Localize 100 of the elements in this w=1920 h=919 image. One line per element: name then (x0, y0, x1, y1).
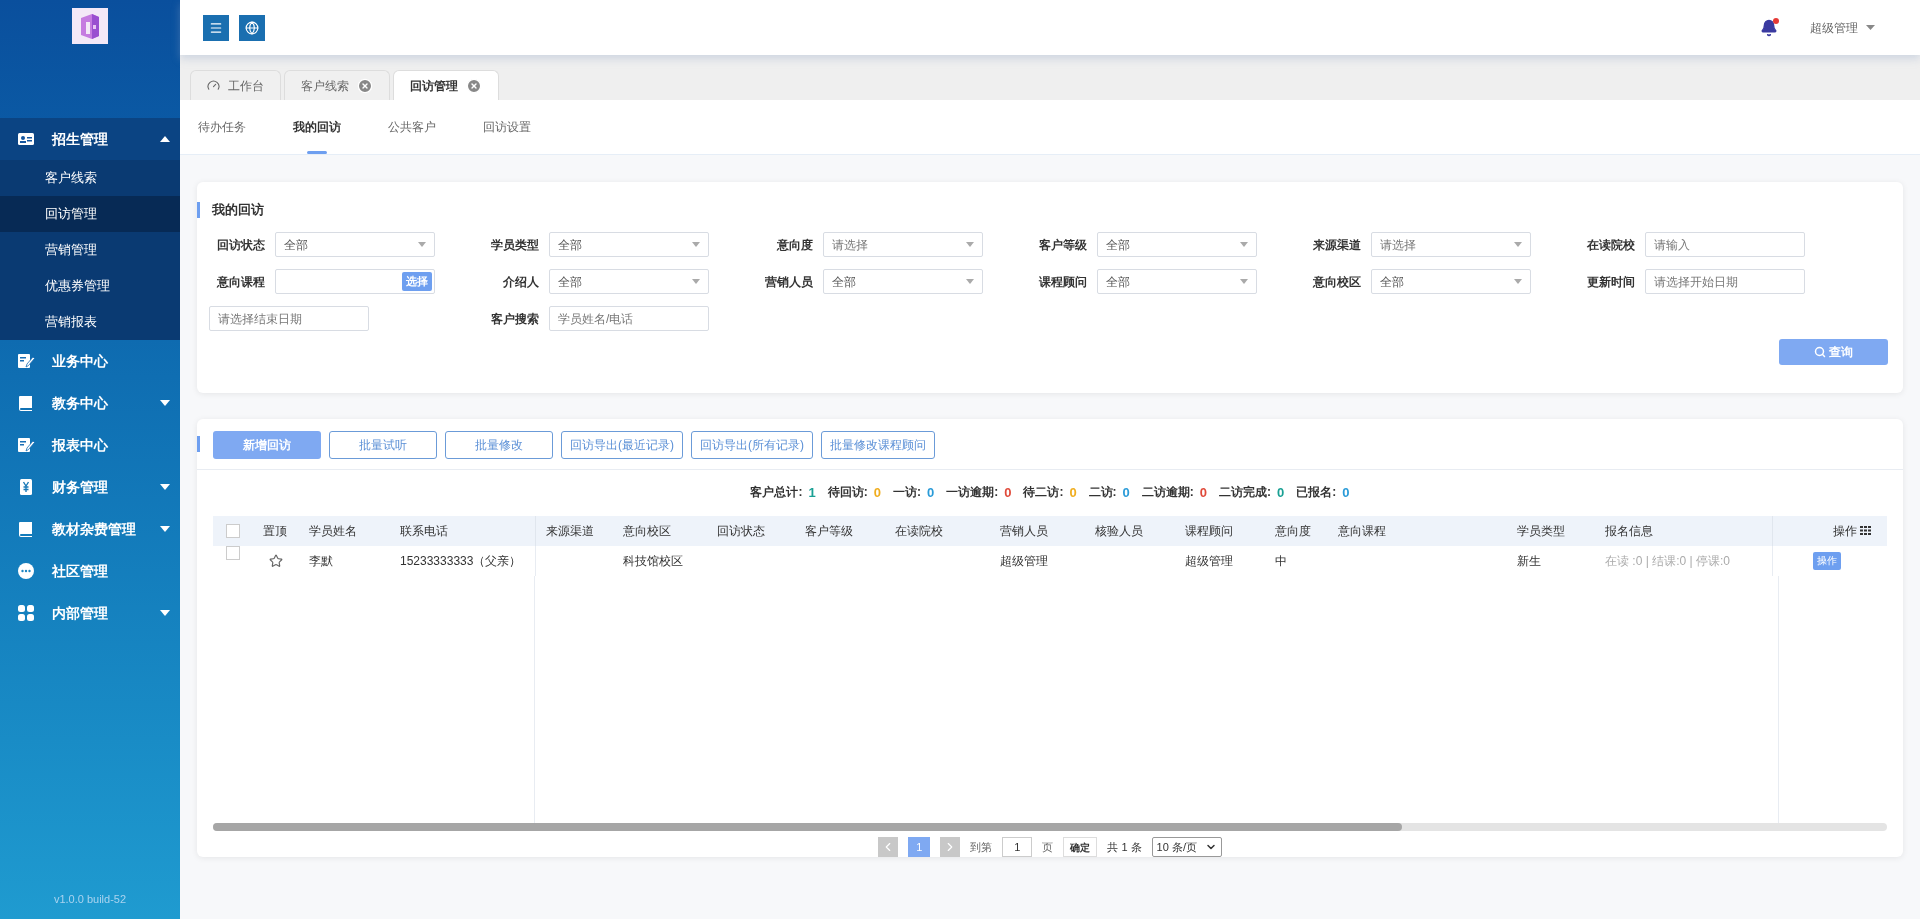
more-icon (17, 562, 35, 580)
field-label: 意向课程 (216, 273, 265, 291)
toolbar-button[interactable]: 回访导出(所有记录) (691, 431, 813, 459)
caret-down-icon (418, 242, 426, 247)
column-header: 客户等级 (805, 522, 853, 540)
column-header: 意向课程 (1338, 522, 1386, 540)
edit-icon (17, 352, 35, 370)
grid-icon (17, 604, 35, 622)
sub-tab[interactable]: 回访设置 (483, 100, 531, 154)
caret-down-icon (160, 610, 170, 616)
sidebar-item[interactable]: 内部管理 (0, 592, 180, 634)
sidebar-item[interactable]: 财务管理 (0, 466, 180, 508)
input-field[interactable]: 请选择开始日期 (1645, 269, 1805, 294)
sidebar-subitem[interactable]: 客户线索 (0, 160, 180, 196)
stat-text: 二访逾期: 0 (1141, 484, 1208, 502)
globe-icon (245, 20, 259, 35)
column-header: 回访状态 (717, 522, 765, 540)
sub-tab[interactable]: 我的回访 (293, 100, 341, 154)
toolbar-button[interactable]: 回访导出(最近记录) (561, 431, 683, 459)
user-menu[interactable]: 超级管理 (1810, 18, 1875, 37)
column-header: 学员类型 (1517, 522, 1565, 540)
horizontal-scrollbar[interactable] (213, 823, 1887, 831)
column-header: 营销人员 (1000, 522, 1048, 540)
close-icon[interactable] (466, 77, 482, 94)
sub-tab[interactable]: 公共客户 (388, 100, 436, 154)
sidebar-subitem[interactable]: 回访管理 (0, 196, 180, 232)
table-cell-text: 在读 :0 | 结课:0 | 停课:0 (1605, 552, 1730, 570)
stat-text: 二访: 0 (1088, 484, 1130, 502)
select-field[interactable]: 全部 (1097, 232, 1257, 257)
page-tab[interactable]: 回访管理 (393, 70, 499, 100)
caret-down-icon (1240, 279, 1248, 284)
table-cell-text: 李默 (309, 552, 333, 570)
select-field[interactable]: 全部 (1097, 269, 1257, 294)
page-tab[interactable]: 工作台 (190, 70, 281, 100)
caret-down-icon (692, 242, 700, 247)
money-icon (17, 478, 35, 496)
field-label: 意向校区 (1312, 273, 1361, 291)
column-header: 置顶 (263, 522, 287, 540)
book-icon (17, 520, 35, 538)
close-icon[interactable] (357, 77, 373, 94)
bell-icon[interactable] (1760, 18, 1778, 37)
confirm-button[interactable]: 确定 (1063, 837, 1098, 857)
sub-tab[interactable]: 待办任务 (198, 100, 246, 154)
table-cell-text: 科技馆校区 (623, 552, 683, 570)
select-all-checkbox[interactable] (226, 523, 240, 538)
sidebar-subitem[interactable]: 营销报表 (0, 304, 180, 340)
menu-button[interactable] (203, 14, 229, 41)
select-field[interactable]: 请选择 (1371, 232, 1531, 257)
page-input[interactable]: 1 (1002, 837, 1033, 857)
stat-text: 待回访: 0 (827, 484, 881, 502)
select-field[interactable]: 全部 (549, 269, 709, 294)
input-field[interactable]: 请输入 (1645, 232, 1805, 257)
sidebar-subitem[interactable]: 营销管理 (0, 232, 180, 268)
version-text: v1.0.0 build-52 (52, 891, 128, 907)
stat-text: 客户总计: 1 (750, 484, 816, 502)
select-field[interactable]: 全部 (549, 232, 709, 257)
toolbar-button[interactable]: 批量修改课程顾问 (821, 431, 935, 459)
menu-icon (209, 20, 223, 35)
sidebar-item[interactable]: 社区管理 (0, 550, 180, 592)
edit-icon (17, 436, 35, 454)
column-header: 操作 (1833, 522, 1857, 540)
select-field[interactable]: 全部 (1371, 269, 1531, 294)
caret-down-icon (1240, 242, 1248, 247)
caret-down-icon (966, 279, 974, 284)
toolbar-button[interactable]: 批量修改 (445, 431, 553, 459)
field-label: 在读院校 (1586, 236, 1635, 254)
caret-down-icon (160, 400, 170, 406)
caret-down-icon (160, 526, 170, 532)
sidebar-subitem[interactable]: 优惠券管理 (0, 268, 180, 304)
table-cell-text: 新生 (1517, 552, 1541, 570)
column-header: 在读院校 (895, 522, 943, 540)
caret-down-icon (1866, 25, 1875, 30)
globe-button[interactable] (239, 14, 265, 41)
column-header: 来源渠道 (546, 522, 594, 540)
sidebar-item[interactable]: 教务中心 (0, 382, 180, 424)
toolbar-button[interactable]: 批量试听 (329, 431, 437, 459)
input-field[interactable]: 学员姓名/电话 (549, 306, 709, 331)
pin-star-icon[interactable] (269, 553, 283, 568)
field-label: 客户等级 (1038, 236, 1087, 254)
grid-icon[interactable] (1860, 526, 1871, 535)
page-tab[interactable]: 客户线索 (284, 70, 390, 100)
table-cell-text: 超级管理 (1185, 552, 1233, 570)
page-unit: 页 (1042, 839, 1054, 855)
select-field[interactable]: 全部 (823, 269, 983, 294)
sidebar-item[interactable]: 业务中心 (0, 340, 180, 382)
page-size-select[interactable]: 10 条/页 (1151, 837, 1222, 857)
card-title: 我的回访 (197, 202, 264, 218)
caret-down-icon (1514, 242, 1522, 247)
select-field[interactable]: 请选择 (823, 232, 983, 257)
sidebar-item[interactable]: 招生管理 (0, 118, 180, 160)
stat-text: 二访完成: 0 (1219, 484, 1285, 502)
select-field[interactable]: 全部 (275, 232, 435, 257)
caret-down-icon (160, 484, 170, 490)
total-text: 共 1 条 (1107, 839, 1142, 855)
column-header: 学员姓名 (309, 522, 357, 540)
sidebar-item[interactable]: 教材杂费管理 (0, 508, 180, 550)
sidebar-item[interactable]: 报表中心 (0, 424, 180, 466)
field-label: 课程顾问 (1038, 273, 1087, 291)
column-header: 报名信息 (1605, 522, 1653, 540)
input-field[interactable]: 请选择结束日期 (209, 306, 369, 331)
